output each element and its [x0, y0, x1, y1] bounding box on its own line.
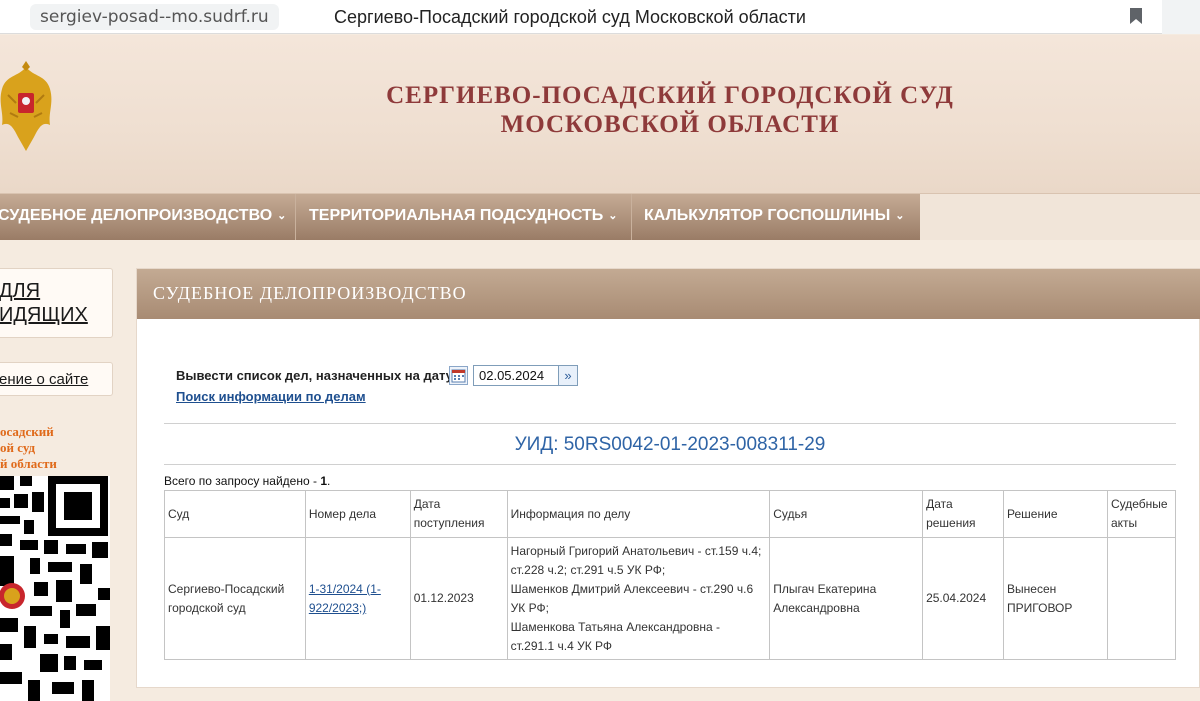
col-header-received: Дата поступления — [409, 490, 508, 538]
results-count-number: 1 — [320, 474, 327, 488]
col-header-decision-date: Дата решения — [922, 490, 1005, 538]
bookmark-icon[interactable] — [1130, 8, 1142, 24]
browser-scroll-track — [1162, 0, 1200, 34]
date-filter-label: Вывести список дел, назначенных на дату — [176, 368, 453, 383]
site-header: СЕРГИЕВО-ПОСАДСКИЙ ГОРОДСКОЙ СУД МОСКОВС… — [0, 35, 1200, 193]
qr-code — [0, 476, 110, 701]
double-chevron-right-icon: » — [564, 368, 572, 383]
col-header-received-line2: поступления — [413, 516, 485, 530]
defendant-info: Нагорный Григорий Анатольевич - ст.159 ч… — [510, 543, 762, 577]
col-header-acts-line1: Судебные — [1110, 497, 1168, 511]
url-field[interactable]: sergiev-posad--mo.sudrf.ru — [30, 4, 279, 30]
case-uid: УИД: 50RS0042-01-2023-008311-29 — [514, 434, 826, 455]
cell-judge: Плыгач Екатерина Александровна — [769, 537, 924, 660]
col-header-acts-line2: акты — [1110, 516, 1138, 530]
cell-info: Нагорный Григорий Анатольевич - ст.159 ч… — [506, 537, 771, 660]
nav-empty-area — [920, 194, 1200, 240]
cell-case-number: 1-31/2024 (1-922/2023;) — [304, 537, 411, 660]
chevron-down-icon: ⌄ — [277, 210, 287, 222]
cell-received: 01.12.2023 — [409, 537, 508, 660]
nav-item-label: ТЕРРИТОРИАЛЬНАЯ ПОДСУДНОСТЬ — [309, 207, 604, 224]
col-header-judge: Судья — [769, 490, 924, 538]
col-header-case-number: Номер дела — [304, 490, 411, 538]
results-count-prefix: Всего по запросу найдено - — [164, 474, 321, 488]
accessibility-link-line1[interactable]: ДЛЯ — [0, 279, 88, 303]
col-header-received-line1: Дата — [413, 497, 441, 511]
about-site-link[interactable]: ение о сайте — [0, 371, 88, 388]
accessibility-box[interactable]: ДЛЯ ИДЯЩИХ — [0, 268, 113, 338]
col-header-acts: Судебные акты — [1106, 490, 1177, 538]
nav-item-court-proceedings[interactable]: СУДЕБНОЕ ДЕЛОПРОИЗВОДСТВО ⌄ — [0, 194, 286, 240]
cell-acts — [1106, 537, 1177, 660]
nav-item-fee-calculator[interactable]: КАЛЬКУЛЯТОР ГОСПОШЛИНЫ ⌄ — [644, 194, 904, 240]
sidebar-court-name: осадский ой суд й области — [0, 424, 57, 472]
divider — [164, 423, 1176, 424]
cell-decision-date: 25.04.2024 — [922, 537, 1005, 660]
court-title: СЕРГИЕВО-ПОСАДСКИЙ ГОРОДСКОЙ СУД МОСКОВС… — [380, 81, 960, 139]
chevron-down-icon: ⌄ — [895, 210, 905, 222]
case-search-link[interactable]: Поиск информации по делам — [176, 389, 366, 404]
accessibility-link-line2[interactable]: ИДЯЩИХ — [0, 303, 88, 327]
results-count: Всего по запросу найдено - 1. — [164, 474, 330, 488]
col-header-court: Суд — [164, 490, 306, 538]
case-number-link[interactable]: 1-31/2024 (1-922/2023;) — [309, 582, 381, 615]
decision-line2: ПРИГОВОР — [1007, 600, 1073, 615]
decision-line1: Вынесен — [1007, 581, 1057, 596]
content-panel: СУДЕБНОЕ ДЕЛОПРОИЗВОДСТВО Вывести список… — [136, 268, 1200, 688]
sidebar-court-name-line2: ой суд — [0, 440, 36, 455]
sidebar-court-name-line3: й области — [0, 456, 57, 471]
table-row: Сергиево-Посадский городской суд 1-31/20… — [164, 537, 1177, 660]
court-title-line2: МОСКОВСКОЙ ОБЛАСТИ — [500, 111, 840, 138]
main-nav: СУДЕБНОЕ ДЕЛОПРОИЗВОДСТВО ⌄ ТЕРРИТОРИАЛЬН… — [0, 193, 1200, 240]
panel-header: СУДЕБНОЕ ДЕЛОПРОИЗВОДСТВО — [137, 269, 1200, 319]
chevron-down-icon: ⌄ — [608, 210, 618, 222]
nav-item-label: СУДЕБНОЕ ДЕЛОПРОИЗВОДСТВО — [0, 207, 273, 224]
panel-title: СУДЕБНОЕ ДЕЛОПРОИЗВОДСТВО — [153, 283, 467, 303]
cell-decision: Вынесен ПРИГОВОР — [1003, 537, 1108, 660]
date-input[interactable] — [473, 365, 559, 386]
nav-divider — [631, 194, 632, 240]
defendant-info: Шаменкова Татьяна Александровна - ст.291… — [510, 619, 720, 653]
col-header-decision-date-line2: решения — [926, 516, 976, 530]
table-header-row: Суд Номер дела Дата поступления Информаци… — [164, 490, 1177, 538]
about-site-box[interactable]: ение о сайте — [0, 362, 113, 396]
nav-divider — [295, 194, 296, 240]
page-tab-title: Сергиево-Посадский городской суд Московс… — [334, 7, 806, 27]
divider — [164, 464, 1176, 465]
col-header-decision-date-line1: Дата — [926, 497, 953, 511]
cell-court: Сергиево-Посадский городской суд — [164, 537, 306, 660]
submit-date-button[interactable]: » — [558, 365, 578, 386]
sidebar-court-name-line1: осадский — [0, 424, 54, 439]
nav-item-label: КАЛЬКУЛЯТОР ГОСПОШЛИНЫ — [644, 207, 891, 224]
browser-address-bar: sergiev-posad--mo.sudrf.ru Сергиево-Поса… — [0, 0, 1200, 34]
col-header-info: Информация по делу — [506, 490, 771, 538]
col-header-decision: Решение — [1003, 490, 1108, 538]
results-count-suffix: . — [327, 474, 331, 488]
coat-of-arms-icon — [0, 55, 56, 165]
cases-table: Суд Номер дела Дата поступления Информаци… — [164, 490, 1177, 660]
nav-item-territorial-jurisdiction[interactable]: ТЕРРИТОРИАЛЬНАЯ ПОДСУДНОСТЬ ⌄ — [309, 194, 617, 240]
calendar-icon[interactable] — [449, 366, 468, 385]
defendant-info: Шаменков Дмитрий Алексеевич - ст.290 ч.6… — [510, 581, 754, 615]
court-title-line1: СЕРГИЕВО-ПОСАДСКИЙ ГОРОДСКОЙ СУД — [386, 82, 954, 109]
